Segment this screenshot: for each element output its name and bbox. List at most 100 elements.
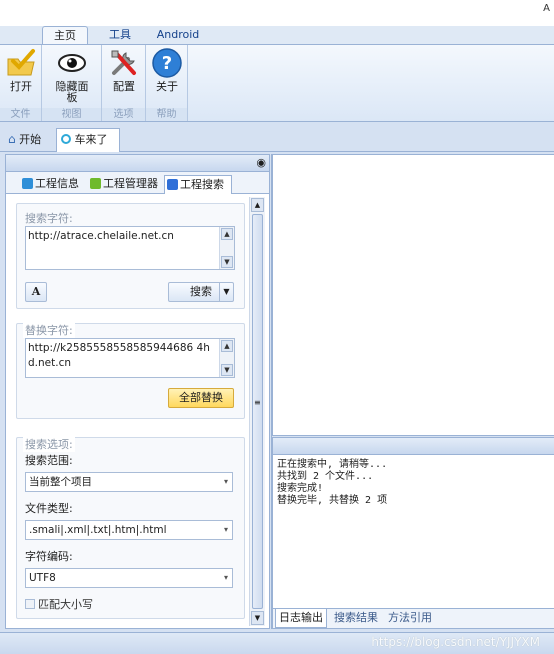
- config-button[interactable]: 配置: [106, 47, 142, 92]
- tab-log-output[interactable]: 日志输出: [275, 609, 327, 628]
- document-tab-strip: ⌂ 开始 车来了: [0, 122, 554, 152]
- file-type-select-value: .smali|.xml|.txt|.htm|.html: [29, 524, 167, 536]
- search-button[interactable]: 搜索 ▼: [168, 282, 234, 302]
- project-side-panel: ◉ 工程信息 工程管理器 工程搜索 搜索字符: http://atrace.ch…: [5, 154, 270, 629]
- tab-method-references[interactable]: 方法引用: [385, 609, 435, 628]
- encoding-select-value: UTF8: [29, 572, 56, 584]
- file-type-select[interactable]: .smali|.xml|.txt|.htm|.html ▾: [25, 520, 233, 540]
- font-settings-button[interactable]: A: [25, 282, 47, 302]
- folder-check-icon: [7, 49, 35, 76]
- output-tabs: 日志输出 搜索结果 方法引用: [273, 608, 554, 628]
- panel-eye-icon[interactable]: ◉: [256, 156, 266, 169]
- ribbon-group-options: 配置 选项: [102, 45, 146, 121]
- scroll-up-arrow-icon[interactable]: ▲: [221, 340, 233, 352]
- grip-icon: ≡: [254, 398, 261, 407]
- side-panel-tabs: 工程信息 工程管理器 工程搜索: [6, 172, 269, 194]
- side-panel-scrollbar[interactable]: ▲ ≡ ▼: [249, 197, 265, 626]
- search-button-label: 搜索: [190, 285, 212, 298]
- home-icon: ⌂: [8, 132, 16, 146]
- hide-panel-button[interactable]: 隐藏面 板: [52, 47, 92, 103]
- open-button-label: 打开: [10, 80, 32, 93]
- tab-project-search-label: 工程搜索: [180, 178, 224, 191]
- doc-tab-project[interactable]: 车来了: [56, 128, 120, 152]
- chevron-down-icon: ▾: [223, 573, 228, 582]
- config-button-label: 配置: [113, 80, 135, 93]
- title-corner-text: A: [543, 3, 550, 14]
- editor-area: [272, 154, 554, 436]
- group-label-file: 文件: [0, 108, 41, 121]
- tab-search-results[interactable]: 搜索结果: [331, 609, 381, 628]
- search-options-group: 搜索选项: 搜索范围: 当前整个项目 ▾ 文件类型: .smali|.xml|.…: [16, 436, 245, 619]
- doc-tab-start-label: 开始: [19, 133, 42, 146]
- doc-tab-start[interactable]: ⌂ 开始: [4, 128, 56, 152]
- help-icon: ?: [152, 48, 182, 78]
- search-text-input[interactable]: http://atrace.chelaile.net.cn ▲ ▼: [25, 226, 235, 270]
- ribbon-group-file: 打开 文件: [0, 45, 42, 121]
- svg-text:?: ?: [162, 53, 172, 74]
- checkbox-icon: [25, 599, 35, 609]
- tab-project-search[interactable]: 工程搜索: [164, 175, 232, 194]
- output-panel: 正在搜索中, 请稍等... 共找到 2 个文件... 搜索完成! 替换完毕, 共替换 …: [272, 437, 554, 629]
- tab-tools[interactable]: 工具: [100, 26, 140, 44]
- options-group-title: 搜索选项:: [23, 436, 75, 452]
- output-panel-header: [273, 438, 554, 455]
- tab-project-info-label: 工程信息: [35, 177, 79, 190]
- ribbon-group-view: 隐藏面 板 视图: [42, 45, 102, 121]
- search-dropdown-icon[interactable]: ▼: [219, 283, 233, 301]
- font-a-icon: A: [31, 285, 41, 298]
- file-type-label: 文件类型:: [25, 502, 73, 515]
- search-group: 搜索字符: http://atrace.chelaile.net.cn ▲ ▼ …: [16, 203, 245, 309]
- tab-project-manager-label: 工程管理器: [103, 177, 158, 190]
- encoding-label: 字符编码:: [25, 550, 73, 563]
- log-line: 正在搜索中, 请稍等...: [277, 459, 388, 470]
- ribbon-group-help: ? 关于 帮助: [146, 45, 188, 121]
- search-text-scrollbar[interactable]: ▲ ▼: [219, 227, 234, 269]
- eye-icon: [58, 54, 86, 72]
- replace-text-input[interactable]: http://k2585558558585944686 4hd.net.cn ▲…: [25, 338, 235, 378]
- log-line: 替换完毕, 共替换 2 项: [277, 495, 388, 506]
- side-panel-header: ◉: [6, 155, 269, 172]
- group-label-view: 视图: [42, 108, 101, 121]
- project-icon: [61, 134, 71, 144]
- tab-project-info[interactable]: 工程信息: [20, 175, 86, 194]
- tools-icon: [111, 50, 136, 75]
- ribbon-tab-strip: 主页 工具 Android: [0, 26, 554, 44]
- tab-project-manager[interactable]: 工程管理器: [88, 175, 164, 194]
- match-case-checkbox[interactable]: 匹配大小写: [25, 596, 93, 612]
- scroll-down-arrow-icon[interactable]: ▼: [221, 364, 233, 376]
- replace-text-scrollbar[interactable]: ▲ ▼: [219, 339, 234, 377]
- scroll-up-arrow-icon[interactable]: ▲: [221, 228, 233, 240]
- replace-group-title: 替换字符:: [23, 322, 75, 338]
- scope-select-value: 当前整个项目: [29, 476, 92, 488]
- scope-select[interactable]: 当前整个项目 ▾: [25, 472, 233, 492]
- log-line: 搜索完成!: [277, 483, 324, 494]
- doc-tab-project-label: 车来了: [74, 133, 108, 146]
- log-line: 共找到 2 个文件...: [277, 471, 374, 482]
- manager-icon: [90, 178, 101, 189]
- watermark-text: https://blog.csdn.net/YJJYXM: [371, 635, 540, 649]
- replace-all-button[interactable]: 全部替换: [168, 388, 234, 408]
- scroll-down-arrow-icon[interactable]: ▼: [251, 611, 264, 625]
- title-bar: A: [0, 0, 554, 26]
- encoding-select[interactable]: UTF8 ▾: [25, 568, 233, 588]
- open-button[interactable]: 打开: [3, 47, 39, 92]
- chevron-down-icon: ▾: [223, 525, 228, 534]
- replace-text-value: http://k2585558558585944686 4hd.net.cn: [28, 342, 210, 369]
- group-label-options: 选项: [102, 108, 145, 121]
- group-label-help: 帮助: [146, 108, 187, 121]
- scrollbar-thumb[interactable]: ≡: [252, 214, 263, 609]
- hide-panel-label-2: 板: [66, 91, 78, 104]
- match-case-label: 匹配大小写: [38, 598, 93, 611]
- tab-android[interactable]: Android: [148, 26, 208, 44]
- scroll-up-arrow-icon[interactable]: ▲: [251, 198, 264, 212]
- search-group-title: 搜索字符:: [25, 212, 73, 225]
- tab-home[interactable]: 主页: [42, 26, 88, 44]
- status-bar: https://blog.csdn.net/YJJYXM: [0, 632, 554, 654]
- scroll-down-arrow-icon[interactable]: ▼: [221, 256, 233, 268]
- about-button[interactable]: ? 关于: [149, 47, 185, 92]
- ribbon: 打开 文件 隐藏面 板 视图 配置 选项 ? 关于 帮助: [0, 44, 554, 122]
- chevron-down-icon: ▾: [223, 477, 228, 486]
- output-log: 正在搜索中, 请稍等... 共找到 2 个文件... 搜索完成! 替换完毕, 共替换 …: [277, 459, 387, 507]
- search-text-value: http://atrace.chelaile.net.cn: [28, 230, 174, 242]
- about-button-label: 关于: [156, 80, 178, 93]
